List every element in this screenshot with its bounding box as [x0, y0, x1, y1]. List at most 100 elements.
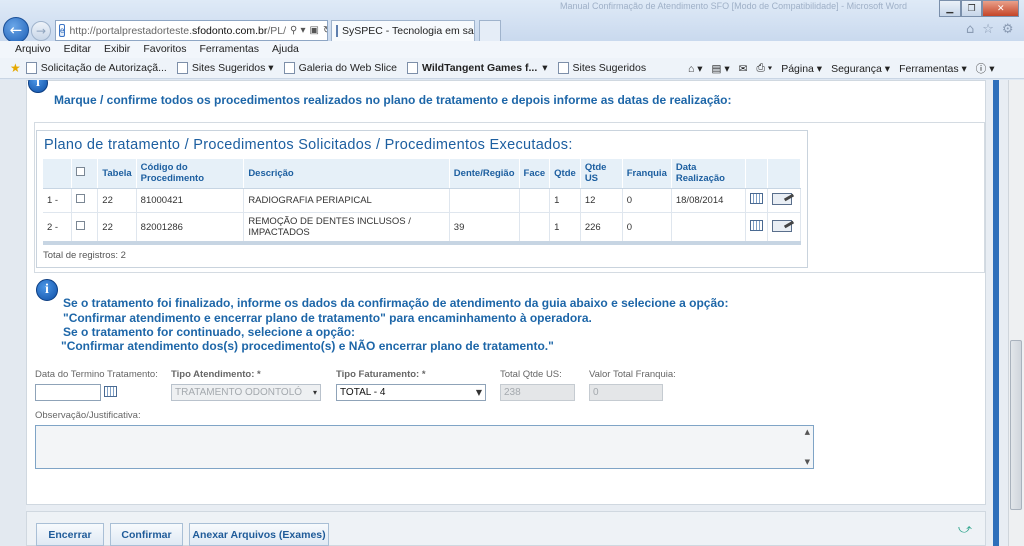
tipo-faturamento-label: Tipo Faturamento: *: [336, 369, 426, 380]
table-row: 2 - 22 82001286 REMOÇÃO DE DENTES INCLUS…: [43, 212, 801, 243]
cell-qtde-us: 12: [580, 188, 623, 213]
data-termino-input[interactable]: [35, 384, 101, 401]
encerrar-button[interactable]: Encerrar: [36, 523, 104, 546]
menu-favoritos[interactable]: Favoritos: [143, 41, 186, 58]
cell-qtde: 1: [549, 188, 581, 213]
menu-ferramentas[interactable]: Ferramentas: [200, 41, 260, 58]
info-icon: i: [36, 279, 58, 301]
mail-icon[interactable]: ✉: [739, 63, 748, 75]
address-suffix: /PL/: [267, 24, 287, 37]
calendar-icon[interactable]: [750, 220, 764, 231]
edit-cell[interactable]: [767, 188, 801, 213]
cell-dente: 39: [449, 212, 520, 243]
page-menu[interactable]: Página ▾: [781, 63, 822, 75]
scroll-up-icon[interactable]: ▲: [805, 428, 810, 436]
select-all-checkbox[interactable]: [76, 167, 86, 177]
search-icon[interactable]: ⚲ ▾: [290, 25, 306, 36]
date-picker-button[interactable]: [104, 386, 117, 400]
page-icon: [25, 62, 37, 74]
cell-data-realizacao: 18/08/2014: [671, 188, 747, 213]
compat-view-icon[interactable]: ▣: [310, 25, 319, 36]
forward-button[interactable]: →: [31, 21, 51, 41]
favorite-item[interactable]: Galeria do Web Slice: [283, 62, 397, 74]
col-qtde: Qtde: [549, 159, 581, 189]
cell-face: [519, 188, 551, 213]
safety-menu[interactable]: Segurança ▾: [831, 63, 890, 75]
edit-pencil-icon[interactable]: [772, 219, 793, 232]
col-codigo: Código do Procedimento: [136, 159, 245, 189]
favorite-item[interactable]: Solicitação de Autorizaçã...: [25, 62, 167, 74]
cell-tabela: 22: [97, 212, 137, 243]
favorite-item[interactable]: Sites Sugeridos: [557, 62, 646, 74]
tipo-atendimento-label: Tipo Atendimento: *: [171, 369, 261, 380]
col-select-all[interactable]: [71, 159, 99, 189]
favorites-star-icon[interactable]: ☆: [982, 22, 994, 37]
edit-pencil-icon[interactable]: [772, 192, 793, 205]
col-data-realizacao: Data Realização: [671, 159, 747, 189]
col-tabela: Tabela: [97, 159, 137, 189]
feeds-icon[interactable]: ▤ ▾: [712, 63, 730, 75]
chevron-down-icon[interactable]: ▼: [476, 385, 482, 400]
total-records: Total de registros: 2: [43, 250, 126, 261]
calendar-cell[interactable]: [745, 212, 769, 243]
print-icon[interactable]: ⎙ ▾: [756, 62, 772, 75]
help-icon[interactable]: ⓘ ▾: [976, 61, 995, 76]
back-button[interactable]: ←: [3, 17, 29, 43]
close-window-button[interactable]: ✕: [982, 0, 1019, 17]
resize-grip-icon: ⤻: [958, 522, 972, 537]
menu-editar[interactable]: Editar: [64, 41, 91, 58]
home-icon[interactable]: ⌂: [966, 22, 974, 37]
edit-cell[interactable]: [767, 212, 801, 243]
total-qtde-input: 238: [500, 384, 575, 401]
favorite-item[interactable]: WildTangent Games f... ▾: [407, 62, 548, 74]
cell-descricao: RADIOGRAFIA PERIAPICAL: [243, 188, 450, 213]
cell-qtde-us: 226: [580, 212, 623, 243]
row-checkbox-cell[interactable]: [71, 212, 99, 243]
refresh-icon[interactable]: ↻: [323, 25, 327, 36]
row-checkbox[interactable]: [76, 221, 86, 230]
row-index: 1 -: [43, 188, 73, 213]
anexar-arquivos-button[interactable]: Anexar Arquivos (Exames): [189, 523, 329, 546]
home-icon[interactable]: ⌂ ▾: [688, 63, 703, 75]
tipo-faturamento-select[interactable]: TOTAL - 4 ▼: [336, 384, 486, 401]
favorite-item[interactable]: Sites Sugeridos ▾: [176, 62, 274, 74]
total-qtde-label: Total Qtde US:: [500, 369, 562, 380]
calendar-cell[interactable]: [745, 188, 769, 213]
calendar-icon[interactable]: [104, 386, 117, 397]
cell-dente: [449, 188, 520, 213]
cell-franquia: 0: [622, 212, 672, 243]
cell-qtde: 1: [549, 212, 581, 243]
col-edit: [767, 159, 801, 189]
scroll-down-icon[interactable]: ▼: [805, 458, 810, 466]
confirmar-button[interactable]: Confirmar: [110, 523, 183, 546]
page-icon: [407, 62, 419, 74]
observacao-textarea[interactable]: ▲ ▼: [35, 425, 814, 469]
browser-tab-active[interactable]: SySPEC - Tecnologia em sa...: [331, 20, 475, 41]
instruction-line-1: Se o tratamento foi finalizado, informe …: [63, 296, 729, 310]
row-checkbox[interactable]: [76, 194, 86, 203]
menu-exibir[interactable]: Exibir: [104, 41, 130, 58]
forward-arrow-icon: →: [35, 24, 47, 38]
address-domain: sfodonto.com.br: [192, 24, 268, 37]
calendar-icon[interactable]: [750, 193, 764, 204]
settings-gear-icon[interactable]: ⚙: [1002, 22, 1014, 37]
cell-face: [519, 212, 551, 243]
menu-ajuda[interactable]: Ajuda: [272, 41, 299, 58]
new-tab-button[interactable]: [479, 20, 501, 41]
cell-codigo: 82001286: [136, 212, 245, 243]
favorites-star-icon[interactable]: ★: [10, 61, 21, 75]
scrollbar-thumb[interactable]: [1010, 340, 1022, 510]
minimize-button[interactable]: ▁: [939, 0, 961, 17]
tools-menu[interactable]: Ferramentas ▾: [899, 63, 967, 75]
row-checkbox-cell[interactable]: [71, 188, 99, 213]
tab-title: SySPEC - Tecnologia em sa...: [342, 25, 475, 37]
info-icon: i: [28, 80, 48, 94]
col-dente: Dente/Região: [449, 159, 520, 189]
address-bar[interactable]: e http://portalprestadorteste. sfodonto.c…: [55, 20, 328, 41]
observacao-label: Observação/Justificativa:: [35, 410, 141, 421]
maximize-button[interactable]: ❐: [960, 0, 983, 17]
browser-right-icons: ⌂ ☆ ⚙: [966, 22, 1014, 37]
instruction-line-4: "Confirmar atendimento dos(s) procedimen…: [61, 339, 554, 353]
menu-arquivo[interactable]: Arquivo: [15, 41, 51, 58]
col-calendar: [745, 159, 769, 189]
